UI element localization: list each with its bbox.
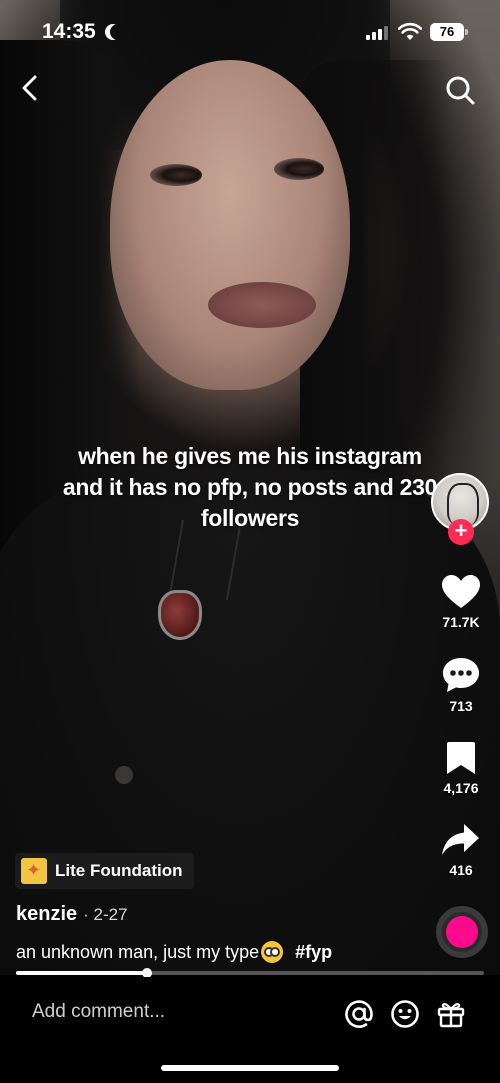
video-frame-pendant: [158, 590, 202, 640]
video-frame-body: [0, 470, 500, 975]
like-button[interactable]: 71.7K: [430, 574, 492, 630]
emoji-icon[interactable]: [390, 999, 420, 1029]
wifi-icon: [398, 22, 422, 40]
description-text: an unknown man, just my type: [16, 941, 260, 962]
back-icon[interactable]: [16, 72, 44, 104]
status-time: 14:35: [42, 20, 96, 43]
mention-icon[interactable]: [344, 999, 374, 1029]
save-button[interactable]: 4,176: [430, 740, 492, 796]
comment-bar: Add comment...: [0, 977, 500, 1083]
sponsor-tag[interactable]: Lite Foundation: [15, 853, 195, 889]
battery-icon: 76: [430, 23, 468, 41]
video-text-overlay: when he gives me his instagram and it ha…: [62, 443, 438, 531]
comment-icon: [443, 658, 479, 692]
heart-icon: [442, 575, 480, 608]
progress-fill: [16, 971, 148, 975]
bookmark-icon: [447, 742, 475, 774]
moon-icon: [110, 24, 126, 40]
like-count: 71.7K: [442, 614, 480, 630]
video-frame-button: [115, 766, 133, 784]
video-frame-face: [110, 60, 350, 390]
save-count: 4,176: [443, 780, 479, 796]
search-icon[interactable]: [444, 74, 476, 106]
gift-icon[interactable]: [436, 999, 466, 1029]
post-date: 2-27: [83, 905, 128, 925]
nerd-face-emoji-icon: [261, 941, 284, 963]
comment-input[interactable]: Add comment...: [32, 1001, 165, 1023]
home-indicator: [161, 1065, 339, 1071]
author-row: kenzie 2-27: [16, 903, 128, 926]
signal-icon: [366, 26, 388, 40]
video-progress-bar[interactable]: [16, 968, 484, 978]
video-frame-lips: [208, 282, 316, 328]
comment-button[interactable]: 713: [430, 656, 492, 714]
post-description: an unknown man, just my type #fyp: [16, 941, 332, 963]
video-frame-eye: [150, 164, 202, 186]
share-arrow-icon: [442, 824, 479, 855]
music-disc[interactable]: [436, 906, 488, 958]
video-frame-eye: [274, 158, 324, 180]
sponsor-logo-icon: [21, 858, 47, 884]
hashtag-link[interactable]: #fyp: [295, 942, 332, 963]
author-name[interactable]: kenzie: [16, 903, 77, 926]
share-button[interactable]: 416: [430, 822, 492, 878]
follow-button[interactable]: +: [448, 519, 474, 545]
comment-count: 713: [449, 698, 473, 714]
sponsor-label: Lite Foundation: [55, 861, 183, 880]
comment-tools: [344, 999, 466, 1029]
share-count: 416: [449, 862, 473, 878]
